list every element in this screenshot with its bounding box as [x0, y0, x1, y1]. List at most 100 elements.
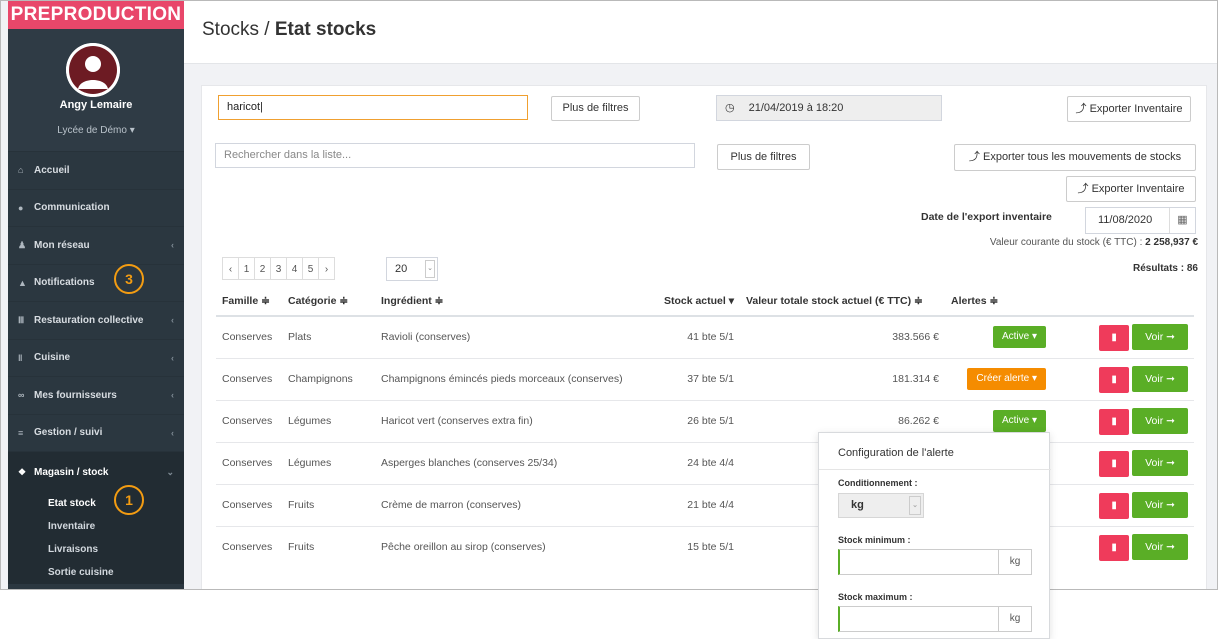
delete-button[interactable]: ▮	[1099, 324, 1130, 351]
page-title: Etat stocks	[274, 19, 377, 40]
clock-icon: ◷	[725, 102, 735, 114]
stock-min-input[interactable]	[838, 549, 999, 575]
trash-icon: ▮	[1111, 331, 1117, 343]
sidebar-item-mon-reseau[interactable]: ♟ Mon réseau ‹	[8, 226, 184, 264]
pagination-prev[interactable]: ‹	[222, 257, 239, 280]
user-silhouette-icon	[66, 43, 120, 97]
cell-categorie: Légumes	[282, 399, 375, 442]
subnav-item-inventaire[interactable]: Inventaire	[8, 515, 184, 538]
chevron-down-icon: ⌄	[425, 260, 435, 278]
create-alert-dropdown[interactable]: Créer alerte ▾	[967, 368, 1046, 390]
cell-stock: 41 bte 5/1	[648, 315, 740, 358]
trash-icon: ▮	[1111, 499, 1117, 511]
user-name[interactable]: Angy Lemaire	[8, 99, 184, 111]
pagination-page-4[interactable]: 4	[286, 257, 303, 280]
export-icon: ⤴	[1075, 103, 1087, 115]
trash-icon: ▮	[1111, 415, 1117, 427]
conditionnement-select[interactable]: kg ⌄	[838, 493, 924, 518]
col-famille[interactable]: Famille ≑	[216, 286, 282, 317]
cell-ingredient: Ravioli (conserves)	[375, 315, 648, 358]
export-date-input[interactable]: 11/08/2020 ▦	[1085, 207, 1196, 234]
handshake-icon: ∞	[18, 390, 25, 401]
avatar[interactable]	[66, 43, 120, 97]
caret-down-icon: ▾	[129, 125, 135, 136]
subnav-item-sortie-cuisine[interactable]: Sortie cuisine	[8, 561, 184, 584]
export-inventory-button[interactable]: ⤴ Exporter Inventaire	[1066, 176, 1196, 202]
view-button[interactable]: Voir ➞	[1132, 365, 1188, 392]
table-header-row: Famille ≑ Catégorie ≑ Ingrédient ≑ Stock…	[216, 286, 1194, 317]
delete-button[interactable]: ▮	[1099, 366, 1130, 393]
pagination-page-1[interactable]: 1	[238, 257, 255, 280]
alert-active-dropdown[interactable]: Active ▾	[992, 410, 1046, 432]
stock-max-unit: kg	[998, 606, 1032, 632]
col-valeur[interactable]: Valeur totale stock actuel (€ TTC) ≑	[740, 286, 945, 317]
list-search-input[interactable]: Rechercher dans la liste...	[215, 143, 695, 168]
alert-active-dropdown[interactable]: Active ▾	[992, 326, 1046, 349]
home-icon: ⌂	[18, 165, 24, 176]
cell-famille: Conserves	[216, 525, 282, 568]
breadcrumb-section[interactable]: Stocks /	[202, 19, 275, 40]
export-icon: ⤴	[1077, 183, 1089, 195]
cell-categorie: Légumes	[282, 441, 375, 484]
export-date-value: 11/08/2020	[1098, 214, 1153, 226]
per-page-select[interactable]: 20 ⌄	[386, 257, 438, 281]
pagination-page-3[interactable]: 3	[270, 257, 287, 280]
cell-actions: ▮ Voir ➞	[1058, 315, 1194, 358]
sidebar-item-magasin[interactable]: ❖ Magasin / stock ⌄	[8, 451, 184, 492]
datetime-value: 21/04/2019 à 18:20	[748, 102, 844, 114]
view-button[interactable]: Voir ➞	[1132, 323, 1188, 350]
cell-famille: Conserves	[216, 441, 282, 484]
col-stock[interactable]: Stock actuel ▾	[648, 286, 740, 317]
sidebar-item-cuisine[interactable]: ǁ Cuisine ‹	[8, 338, 184, 377]
stock-value-summary: Valeur courante du stock (€ TTC) : 2 258…	[990, 237, 1198, 248]
col-categorie[interactable]: Catégorie ≑	[282, 286, 375, 317]
view-button[interactable]: Voir ➞	[1132, 533, 1188, 560]
view-button[interactable]: Voir ➞	[1132, 407, 1188, 434]
user-panel: Angy Lemaire Lycée de Démo ▾	[8, 29, 184, 151]
export-inventory-button-top[interactable]: ⤴ Exporter Inventaire	[1067, 96, 1191, 122]
view-button[interactable]: Voir ➞	[1132, 449, 1188, 476]
sidebar-item-notifications[interactable]: ▲ Notifications	[8, 263, 184, 302]
stock-value: 2 258,937 €	[1145, 237, 1198, 248]
subnav-item-livraisons[interactable]: Livraisons	[8, 538, 184, 561]
more-filters-button-2[interactable]: Plus de filtres	[717, 144, 810, 170]
export-icon: ⤴	[968, 151, 980, 163]
subnav-item-etat-stock[interactable]: Etat stock	[8, 492, 184, 515]
annotation-badge-1: 1	[114, 485, 144, 515]
sidebar-item-restauration[interactable]: Ⅲ Restauration collective ‹	[8, 301, 184, 339]
users-icon: ♟	[18, 239, 27, 250]
chevron-left-icon: ‹	[171, 240, 174, 251]
user-school-selector[interactable]: Lycée de Démo ▾	[8, 125, 184, 136]
chevron-left-icon: ‹	[171, 352, 174, 363]
sidebar-item-gestion[interactable]: ≡ Gestion / suivi ‹	[8, 413, 184, 452]
pagination-next[interactable]: ›	[318, 257, 335, 280]
pagination-page-2[interactable]: 2	[254, 257, 271, 280]
cell-actions: ▮ Voir ➞	[1058, 483, 1194, 526]
pagination: ‹ 1 2 3 4 5 ›	[222, 257, 335, 280]
pagination-page-5[interactable]: 5	[302, 257, 319, 280]
cell-actions: ▮ Voir ➞	[1058, 525, 1194, 568]
datetime-field[interactable]: ◷ 21/04/2019 à 18:20	[716, 95, 942, 121]
sidebar-item-fournisseurs[interactable]: ∞ Mes fournisseurs ‹	[8, 376, 184, 414]
ingredient-search-input[interactable]: haricot|	[218, 95, 528, 120]
sidebar-item-accueil[interactable]: ⌂ Accueil	[8, 151, 184, 189]
calendar-icon[interactable]: ▦	[1169, 208, 1195, 233]
export-all-movements-button[interactable]: ⤴ Exporter tous les mouvements de stocks	[954, 144, 1196, 171]
search-value: haricot	[227, 101, 261, 113]
stock-max-input[interactable]	[838, 606, 999, 632]
view-button[interactable]: Voir ➞	[1132, 491, 1188, 518]
sidebar-item-communication[interactable]: ● Communication	[8, 188, 184, 227]
col-alertes[interactable]: Alertes ≑	[945, 286, 1058, 317]
more-filters-button[interactable]: Plus de filtres	[551, 96, 640, 121]
table-row: Conserves Plats Ravioli (conserves) 41 b…	[216, 315, 1194, 358]
delete-button[interactable]: ▮	[1099, 492, 1130, 519]
table-row: Conserves Champignons Champignons émincé…	[216, 357, 1194, 400]
delete-button[interactable]: ▮	[1099, 450, 1130, 477]
alert-config-popover: Configuration de l'alerte Conditionnemen…	[818, 432, 1051, 639]
delete-button[interactable]: ▮	[1099, 408, 1130, 435]
cell-famille: Conserves	[216, 483, 282, 526]
cell-famille: Conserves	[216, 399, 282, 442]
sidebar: PREPRODUCTION Angy Lemaire Lycée de Démo…	[8, 1, 184, 589]
col-ingredient[interactable]: Ingrédient ≑	[375, 286, 648, 317]
delete-button[interactable]: ▮	[1099, 534, 1130, 561]
